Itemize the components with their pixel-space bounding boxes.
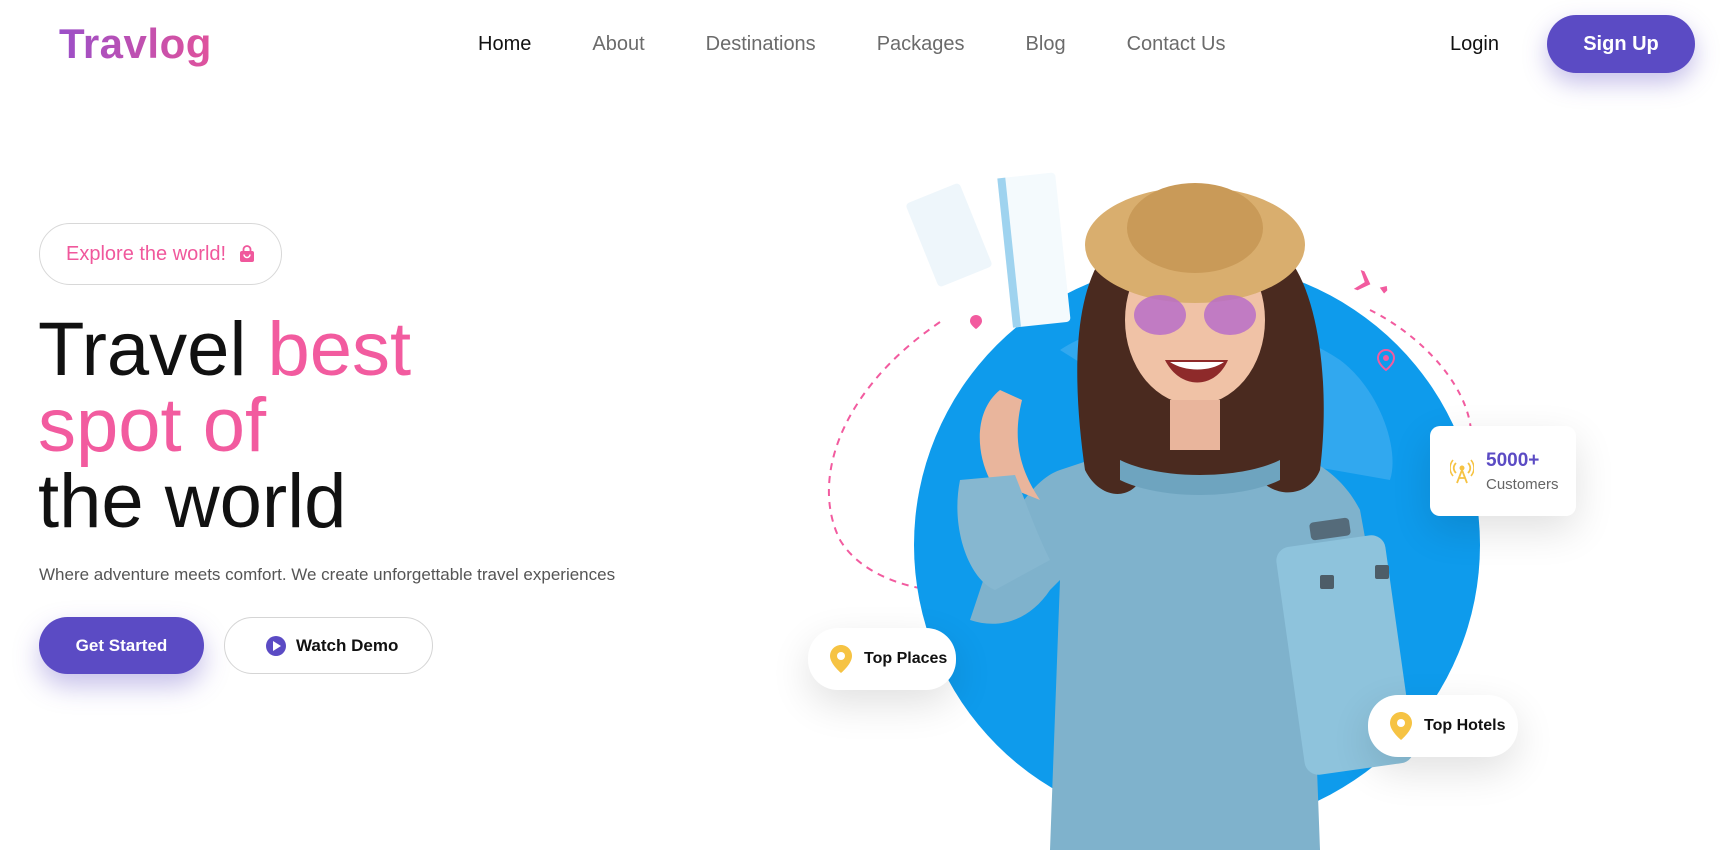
nav-packages[interactable]: Packages xyxy=(877,33,965,56)
map-pin-icon xyxy=(830,645,852,673)
watch-demo-label: Watch Demo xyxy=(296,635,399,655)
explore-pill-label: Explore the world! xyxy=(66,242,227,265)
play-icon xyxy=(266,635,286,656)
shopping-bag-icon xyxy=(240,245,255,262)
headline-part-1-accent: best xyxy=(267,307,412,392)
customers-label: Customers xyxy=(1486,475,1559,493)
login-link[interactable]: Login xyxy=(1450,33,1499,56)
customers-text: 5000+ Customers xyxy=(1486,450,1559,493)
top-places-label: Top Places xyxy=(864,650,948,667)
main-nav: Home About Destinations Packages Blog Co… xyxy=(478,33,1287,56)
hero-subtitle: Where adventure meets comfort. We create… xyxy=(39,565,616,584)
nav-destinations[interactable]: Destinations xyxy=(706,33,816,56)
headline-part-3: the world xyxy=(38,459,347,544)
top-places-card[interactable]: Top Places xyxy=(808,628,956,690)
signup-button[interactable]: Sign Up xyxy=(1547,15,1695,73)
boarding-tickets xyxy=(906,172,1071,328)
location-pin-icon-small xyxy=(970,315,982,329)
nav-about[interactable]: About xyxy=(592,33,644,56)
nav-contact[interactable]: Contact Us xyxy=(1127,33,1226,56)
explore-pill: Explore the world! xyxy=(39,223,282,285)
customers-card: 5000+ Customers xyxy=(1430,426,1576,516)
top-hotels-card[interactable]: Top Hotels xyxy=(1368,695,1518,757)
get-started-button[interactable]: Get Started xyxy=(39,617,204,674)
brand-logo[interactable]: Travlog xyxy=(59,20,212,68)
airplane-icon xyxy=(1351,270,1388,294)
headline-part-1: Travel xyxy=(38,307,268,392)
watch-demo-button[interactable]: Watch Demo xyxy=(224,617,433,674)
nav-blog[interactable]: Blog xyxy=(1026,33,1066,56)
map-pin-icon xyxy=(1390,712,1412,740)
broadcast-tower-icon xyxy=(1450,459,1474,484)
customers-count: 5000+ xyxy=(1486,449,1540,471)
top-hotels-label: Top Hotels xyxy=(1424,717,1506,734)
headline-part-2-accent: spot of xyxy=(38,383,267,468)
nav-home[interactable]: Home xyxy=(478,33,531,56)
hero-headline: Travel best spot of the world xyxy=(38,312,411,540)
